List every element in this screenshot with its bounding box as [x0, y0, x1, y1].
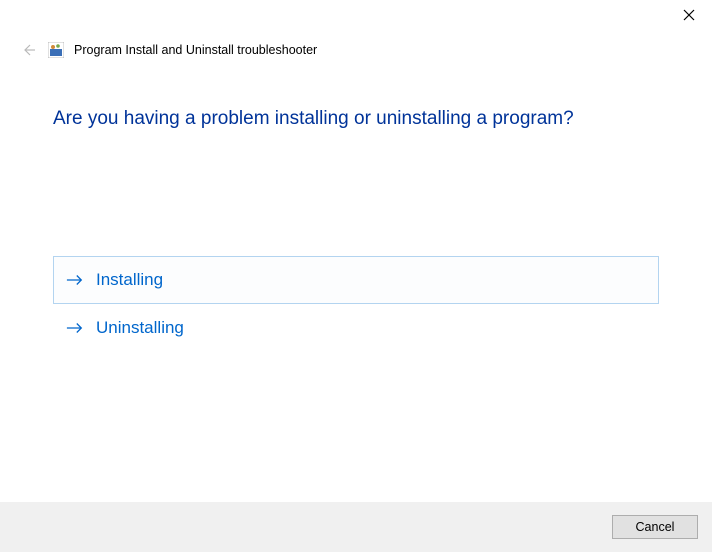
header: Program Install and Uninstall troublesho… — [0, 40, 712, 60]
back-button — [18, 40, 38, 60]
option-label: Uninstalling — [96, 318, 184, 338]
option-uninstalling[interactable]: Uninstalling — [53, 304, 659, 352]
titlebar — [0, 0, 712, 40]
option-label: Installing — [96, 270, 163, 290]
footer: Cancel — [0, 502, 712, 552]
arrow-right-icon — [66, 319, 84, 337]
cancel-button[interactable]: Cancel — [612, 515, 698, 539]
close-button[interactable] — [666, 0, 712, 30]
arrow-right-icon — [66, 271, 84, 289]
close-icon — [683, 9, 695, 21]
window-title: Program Install and Uninstall troublesho… — [74, 43, 317, 57]
options-list: Installing Uninstalling — [53, 256, 659, 352]
option-installing[interactable]: Installing — [53, 256, 659, 304]
back-arrow-icon — [20, 42, 36, 58]
app-icon — [48, 42, 64, 58]
content-area: Are you having a problem installing or u… — [0, 60, 712, 352]
page-heading: Are you having a problem installing or u… — [53, 108, 659, 130]
